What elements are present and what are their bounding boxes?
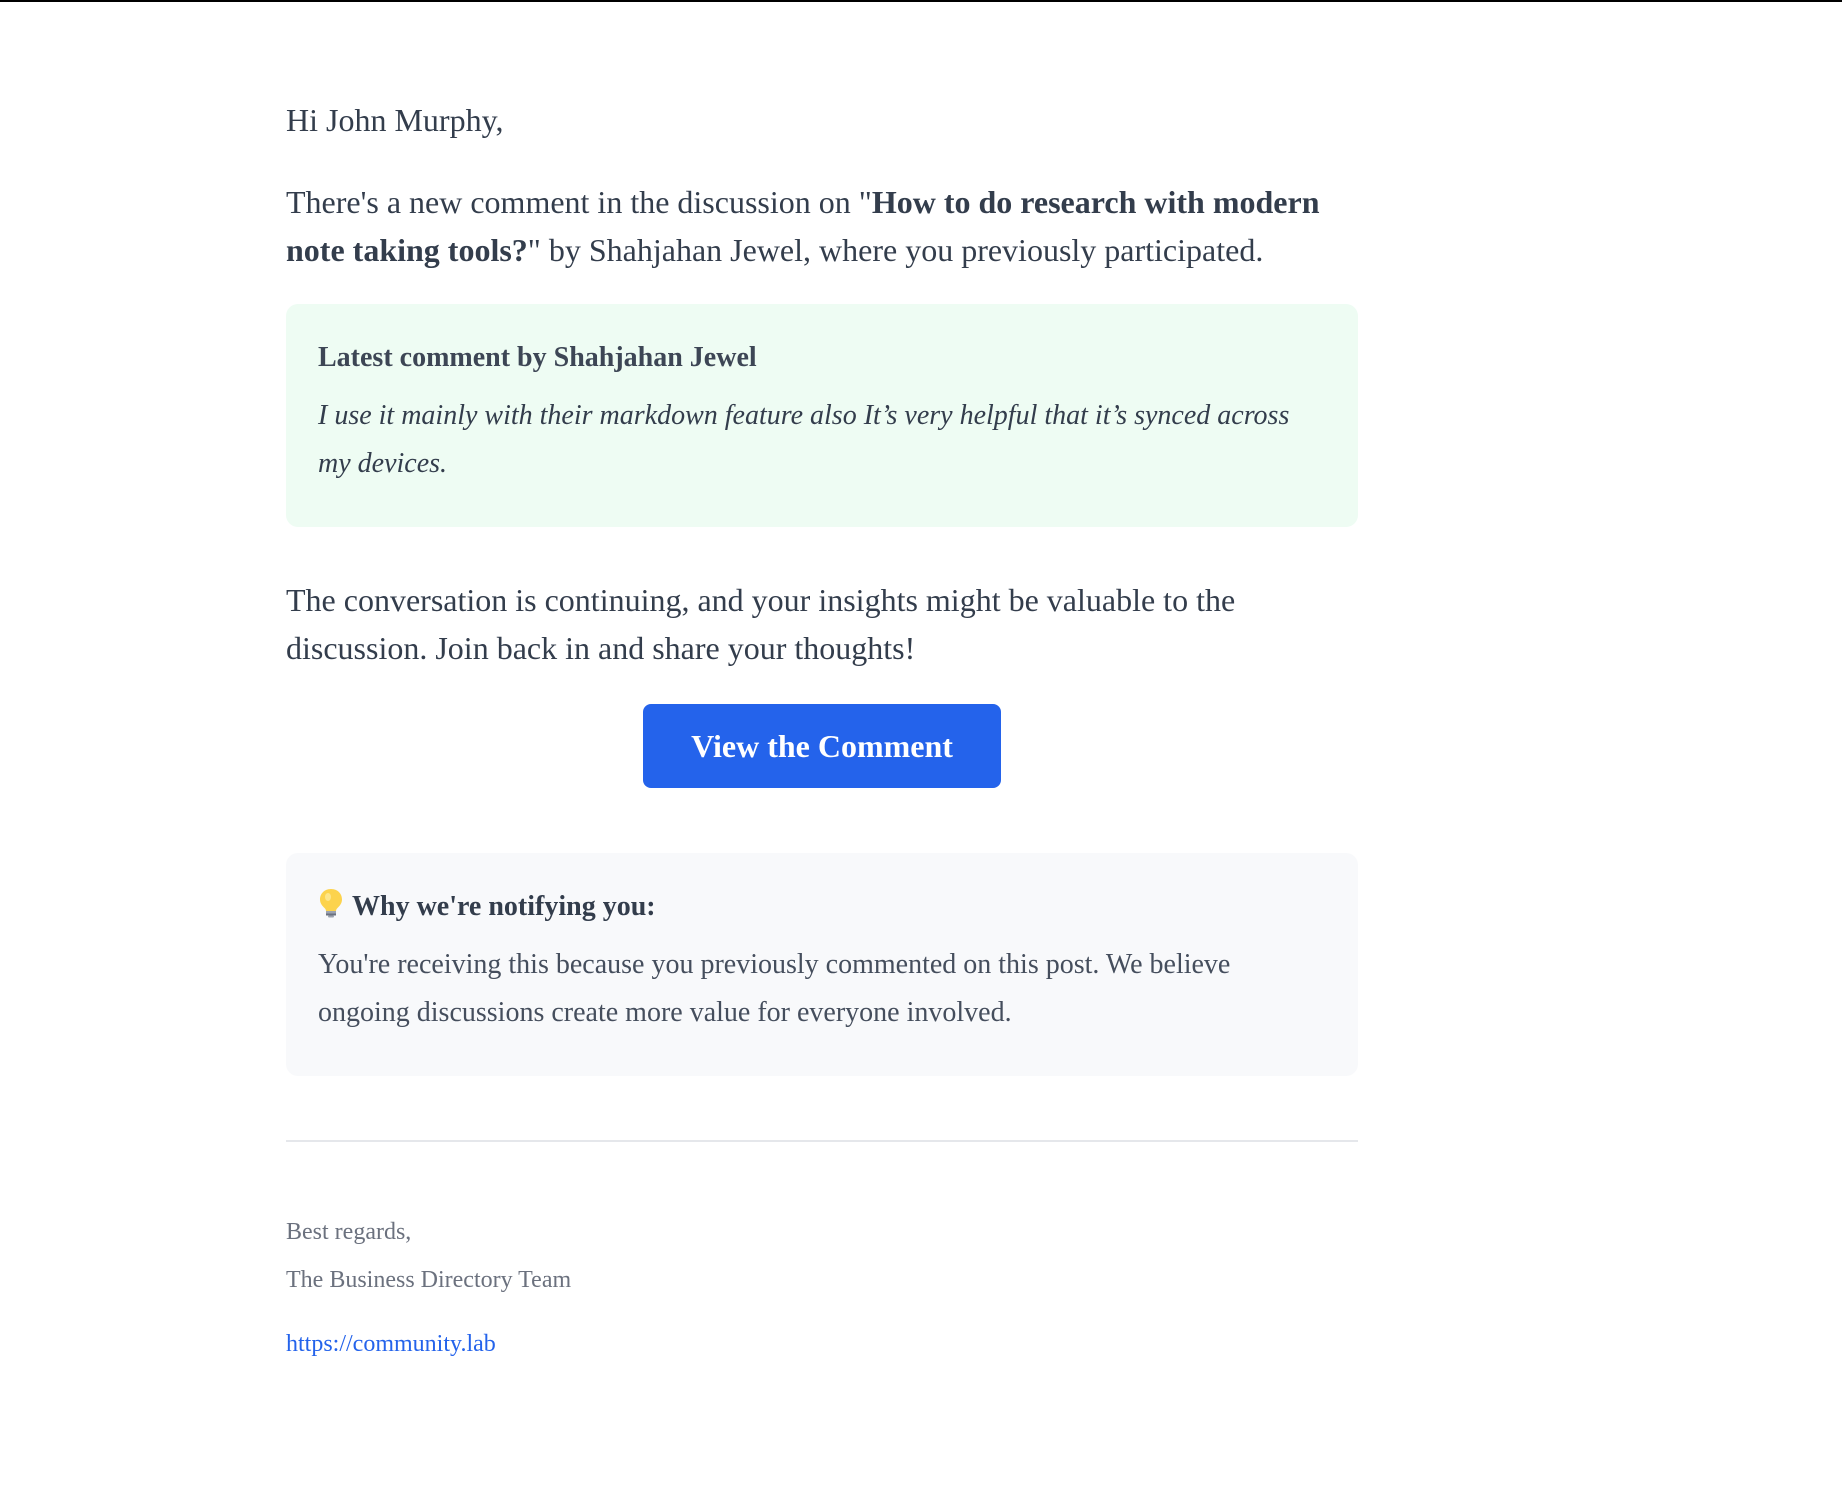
why-title: Why we're notifying you: xyxy=(352,891,656,922)
continue-paragraph: The conversation is continuing, and your… xyxy=(286,582,1236,666)
community-link[interactable]: https://community.lab xyxy=(286,1328,496,1360)
comment-title: Latest comment by Shahjahan Jewel xyxy=(318,342,757,373)
cta-wrapper: View the Comment xyxy=(286,704,1358,788)
intro-suffix: " by Shahjahan Jewel, where you previous… xyxy=(527,232,1264,268)
top-border xyxy=(0,0,1842,2)
divider xyxy=(286,1140,1358,1142)
comment-text: I use it mainly with their markdown feat… xyxy=(318,400,1290,479)
intro-paragraph: There's a new comment in the discussion … xyxy=(286,178,1358,274)
greeting: Hi John Murphy, xyxy=(286,102,504,138)
intro-prefix: There's a new comment in the discussion … xyxy=(286,184,872,220)
why-text: You're receiving this because you previo… xyxy=(318,949,1231,1028)
notification-reason-box: Why we're notifying you: You're receivin… xyxy=(286,853,1358,1076)
why-title-row: Why we're notifying you: xyxy=(318,889,1326,925)
sign-off: Best regards, xyxy=(286,1219,412,1245)
team-signature: The Business Directory Team xyxy=(286,1267,572,1293)
lightbulb-icon xyxy=(320,889,342,918)
view-comment-button[interactable]: View the Comment xyxy=(643,704,1001,788)
latest-comment-box: Latest comment by Shahjahan Jewel I use … xyxy=(286,304,1358,527)
